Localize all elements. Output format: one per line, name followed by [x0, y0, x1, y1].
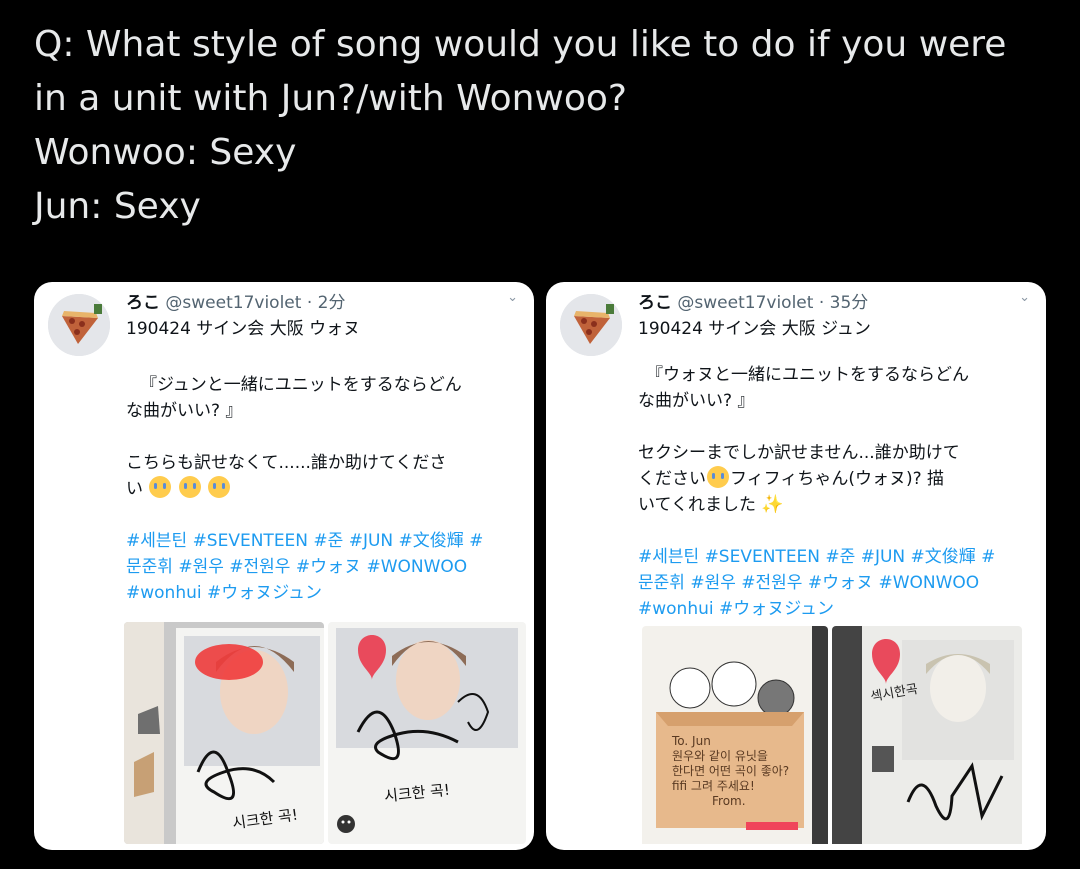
hashtags-line3[interactable]: #wonhui #ウォヌジュン	[638, 596, 1038, 622]
avatar[interactable]	[48, 294, 110, 356]
tweet-header: ろこ @sweet17violet · 2分 190424 サイン会 大阪 ウォ…	[126, 290, 360, 342]
embedded-tweet-right[interactable]: ろこ @sweet17violet · 35分 190424 サイン会 大阪 ジ…	[546, 282, 1046, 850]
loudly-crying-emoji	[178, 476, 201, 498]
caption-wonwoo-answer: Wonwoo: Sexy	[34, 132, 297, 173]
text-line2-label: い	[126, 479, 143, 499]
caption-jun-answer: Jun: Sexy	[34, 186, 201, 227]
tweet-title: 190424 サイン会 大阪 ウォヌ	[126, 319, 361, 339]
hashtags-line1[interactable]: #세븐틴 #SEVENTEEN #준 #JUN #文俊輝 #	[126, 528, 526, 554]
tweet-caption: Q: What style of song would you like to …	[34, 18, 1054, 234]
signed-photo-2[interactable]: 섹시한곡	[832, 626, 1022, 848]
caption-question-line1: Q: What style of song would you like to …	[34, 24, 1007, 65]
signed-album-photo	[832, 626, 1022, 844]
chevron-down-icon[interactable]: ⌄	[507, 290, 518, 305]
fan-note: To. Jun 원우와 같이 유닛을 한다면 어떤 곡이 좋아? fifi 그려…	[672, 734, 789, 809]
signed-photo-1[interactable]: To. Jun 원우와 같이 유닛을 한다면 어떤 곡이 좋아? fifi 그려…	[642, 626, 828, 848]
loudly-crying-emoji	[149, 476, 172, 498]
avatar[interactable]	[560, 294, 622, 356]
signed-photo-1[interactable]: 시크한 곡!	[124, 622, 324, 844]
embedded-tweet-left[interactable]: ろこ @sweet17violet · 2分 190424 サイン会 大阪 ウォ…	[34, 282, 534, 850]
quote-line1: 『ジュンと一緒にユニットをするならどん	[140, 375, 462, 395]
quote-line2: な曲がいい? 』	[638, 391, 755, 411]
tweet-title: 190424 サイン会 大阪 ジュン	[638, 319, 871, 339]
text-line3-label: いてくれました	[638, 495, 756, 515]
hashtags-line1[interactable]: #세븐틴 #SEVENTEEN #준 #JUN #文俊輝 #	[638, 544, 1038, 570]
note-from: From.	[712, 794, 746, 808]
text-line3: いてくれました ✨	[638, 492, 1038, 518]
text-line1: セクシーまでしか訳せません...誰か助けて	[638, 443, 960, 463]
author-name[interactable]: ろこ	[126, 293, 160, 313]
tweet-body: 『ウォヌと一緒にユニットをするならどん な曲がいい? 』 セクシーまでしか訳せま…	[638, 362, 1038, 622]
author-handle[interactable]: @sweet17violet	[677, 293, 813, 313]
note-line3: fifi 그려 주세요!	[672, 779, 755, 793]
text-line2b: フィフィちゃん(ウォヌ)? 描	[730, 469, 945, 489]
tweet-header: ろこ @sweet17violet · 35分 190424 サイン会 大阪 ジ…	[638, 290, 871, 342]
tweet-media: To. Jun 원우와 같이 유닛을 한다면 어떤 곡이 좋아? fifi 그려…	[636, 626, 1038, 848]
sparkles-emoji: ✨	[761, 494, 784, 515]
chevron-down-icon[interactable]: ⌄	[1019, 290, 1030, 305]
note-line2: 한다면 어떤 곡이 좋아?	[672, 764, 790, 778]
pizza-avatar-icon	[560, 294, 622, 356]
hashtags-line2[interactable]: 문준휘 #원우 #전원우 #ウォヌ #WONWOO	[126, 554, 526, 580]
note-to: To. Jun	[672, 734, 711, 748]
text-line2: ください フィフィちゃん(ウォヌ)? 描	[638, 466, 1038, 492]
text-line2a: ください	[638, 469, 706, 489]
tweet-time[interactable]: · 35分	[819, 293, 868, 313]
note-line1: 원우와 같이 유닛을	[672, 749, 768, 763]
hashtags-line3[interactable]: #wonhui #ウォヌジュン	[126, 580, 526, 606]
text-line2: い	[126, 476, 526, 502]
hashtags-line2[interactable]: 문준휘 #원우 #전원우 #ウォヌ #WONWOO	[638, 570, 1038, 596]
tweet-time[interactable]: · 2分	[307, 293, 346, 313]
tweet-media: 시크한 곡! 시크한 곡!	[124, 622, 526, 844]
author-handle[interactable]: @sweet17violet	[165, 293, 301, 313]
signed-photo-2[interactable]: 시크한 곡!	[328, 622, 526, 844]
loudly-crying-emoji	[208, 476, 231, 498]
author-name[interactable]: ろこ	[638, 293, 672, 313]
text-line1: こちらも訳せなくて......誰か助けてくださ	[126, 453, 447, 473]
signed-album-photo	[328, 622, 526, 844]
tweet-body: 『ジュンと一緒にユニットをするならどん な曲がいい? 』 こちらも訳せなくて..…	[126, 372, 526, 606]
caption-question-line2: in a unit with Jun?/with Wonwoo?	[34, 78, 628, 119]
quote-line1: 『ウォヌと一緒にユニットをするならどん	[646, 365, 969, 385]
pizza-avatar-icon	[48, 294, 110, 356]
quote-line2: な曲がいい? 』	[126, 401, 243, 421]
loudly-crying-emoji	[707, 466, 729, 488]
